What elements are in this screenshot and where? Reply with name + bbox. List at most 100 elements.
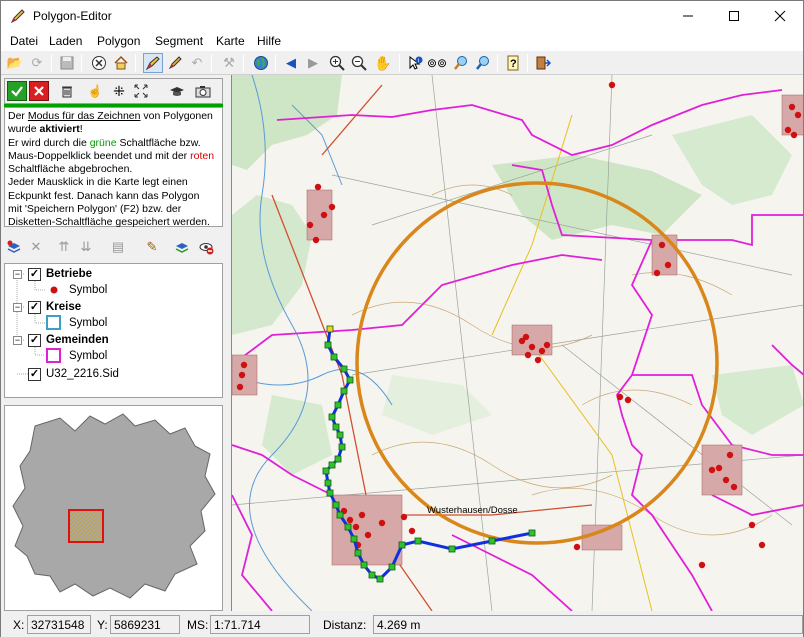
menu-karte[interactable]: Karte <box>216 34 245 48</box>
expand-button[interactable] <box>131 81 151 101</box>
business-symbol <box>320 211 328 219</box>
polygon-vertex[interactable] <box>326 489 334 497</box>
layer-add-icon <box>7 240 21 253</box>
help-button[interactable]: ? <box>503 53 523 73</box>
move-vertex-button[interactable]: ☝ <box>85 81 105 101</box>
polygon-vertex[interactable] <box>330 353 338 361</box>
polygon-vertex[interactable] <box>528 529 536 537</box>
expand-gemeinden[interactable]: − <box>13 336 22 345</box>
expand-betriebe[interactable]: − <box>13 270 22 279</box>
polygon-vertex[interactable] <box>332 501 340 509</box>
open-folder-button[interactable]: 📂 <box>5 53 25 73</box>
pan-button[interactable]: ✋ <box>373 53 393 73</box>
remove-layer-button[interactable]: ✕ <box>26 237 46 257</box>
polygon-vertex[interactable] <box>350 535 358 543</box>
polygon-vertex[interactable] <box>328 413 336 421</box>
polygon-vertex[interactable] <box>448 545 456 553</box>
polygon-vertex[interactable] <box>368 571 376 579</box>
info-text: ! <box>79 123 83 136</box>
polygon-vertex[interactable] <box>336 431 344 439</box>
zoom-out-button[interactable] <box>349 53 369 73</box>
polygon-vertex[interactable] <box>346 376 354 384</box>
globe-button[interactable] <box>251 53 271 73</box>
business-symbol <box>794 111 802 119</box>
overview-map[interactable] <box>4 405 223 611</box>
polygon-vertex[interactable] <box>334 455 342 463</box>
menu-hilfe[interactable]: Hilfe <box>257 34 281 48</box>
polygon-vertex[interactable] <box>326 325 334 333</box>
home-icon <box>114 55 128 70</box>
forward-button[interactable]: ▶ <box>303 53 323 73</box>
polygon-vertex[interactable] <box>344 523 352 531</box>
polygon-vertex[interactable] <box>334 401 342 409</box>
polygon-vertex[interactable] <box>354 549 362 557</box>
polygon-vertex[interactable] <box>322 467 330 475</box>
polygon-vertex[interactable] <box>324 479 332 487</box>
add-layer-button[interactable] <box>4 237 24 257</box>
undo-button[interactable]: ↶ <box>187 53 207 73</box>
polygon-vertex[interactable] <box>328 461 336 469</box>
layer-hide-button[interactable] <box>196 237 216 257</box>
arrow-left-icon: ◀ <box>286 55 296 70</box>
menu-polygon[interactable]: Polygon <box>97 34 140 48</box>
business-symbol <box>715 464 723 472</box>
edit-polygon-button[interactable] <box>165 53 185 73</box>
polygon-vertex[interactable] <box>332 423 340 431</box>
menu-laden[interactable]: Laden <box>49 34 82 48</box>
polygon-vertex[interactable] <box>388 563 396 571</box>
symbol-label: Symbol <box>69 284 108 296</box>
hat-button[interactable] <box>167 81 187 101</box>
minimize-button[interactable] <box>665 1 711 31</box>
help-icon: ? <box>507 55 519 71</box>
tool-button[interactable]: ⚒ <box>219 53 239 73</box>
checkbox-kreise[interactable]: ✓ <box>28 301 41 314</box>
polygon-vertex[interactable] <box>414 537 422 545</box>
back-button[interactable]: ◀ <box>281 53 301 73</box>
layer-down-button[interactable]: ⇊ <box>76 237 96 257</box>
maximize-button[interactable] <box>711 1 757 31</box>
polygon-vertex[interactable] <box>324 341 332 349</box>
delete-button[interactable] <box>57 81 77 101</box>
close-button[interactable] <box>757 1 803 31</box>
shrink-button[interactable]: ⁜ <box>109 81 129 101</box>
layer-up-button[interactable]: ⇈ <box>54 237 74 257</box>
x-icon: ✕ <box>30 239 42 254</box>
info-button[interactable]: i <box>405 53 425 73</box>
polygon-vertex[interactable] <box>336 511 344 519</box>
exit-button[interactable] <box>533 53 553 73</box>
cancel-circle-button[interactable] <box>89 53 109 73</box>
search-binoculars-button[interactable]: ⊚⊚ <box>427 53 447 73</box>
menu-segment[interactable]: Segment <box>155 34 203 48</box>
menu-datei[interactable]: Datei <box>10 34 38 48</box>
polygon-vertex[interactable] <box>340 365 348 373</box>
confirm-polygon-button[interactable] <box>7 81 27 101</box>
layer-style-button[interactable]: ✎ <box>142 237 162 257</box>
polygon-vertex[interactable] <box>376 575 384 583</box>
layer-properties-button[interactable]: ▤ <box>108 237 128 257</box>
polygon-vertex[interactable] <box>398 541 406 549</box>
layer-raster[interactable]: U32_2216.Sid <box>46 368 119 384</box>
camera-button[interactable] <box>193 81 213 101</box>
polygon-vertex[interactable] <box>340 387 348 395</box>
polygon-vertex[interactable] <box>338 443 346 451</box>
zoom-in-button[interactable] <box>327 53 347 73</box>
expand-kreise[interactable]: − <box>13 303 22 312</box>
checkbox-raster[interactable]: ✓ <box>28 368 41 381</box>
refresh-button[interactable]: ⟳ <box>27 53 47 73</box>
measure-button[interactable] <box>451 53 471 73</box>
draw-polygon-button[interactable] <box>143 53 163 73</box>
map-canvas[interactable]: Wusterhausen/Dosse <box>232 75 803 611</box>
checkbox-gemeinden[interactable]: ✓ <box>28 334 41 347</box>
layer-visible-button[interactable] <box>172 237 192 257</box>
checkbox-betriebe[interactable]: ✓ <box>28 268 41 281</box>
cancel-polygon-button[interactable] <box>29 81 49 101</box>
map-view[interactable]: Wusterhausen/Dosse <box>231 75 803 611</box>
save-button[interactable] <box>57 53 77 73</box>
home-button[interactable] <box>111 53 131 73</box>
layer-betriebe[interactable]: Betriebe <box>46 268 92 284</box>
title-bar[interactable]: Polygon-Editor <box>1 1 803 31</box>
polygon-vertex[interactable] <box>360 561 368 569</box>
undo-icon: ↶ <box>191 55 203 70</box>
polygon-vertex[interactable] <box>488 537 496 545</box>
measure-area-button[interactable] <box>473 53 493 73</box>
